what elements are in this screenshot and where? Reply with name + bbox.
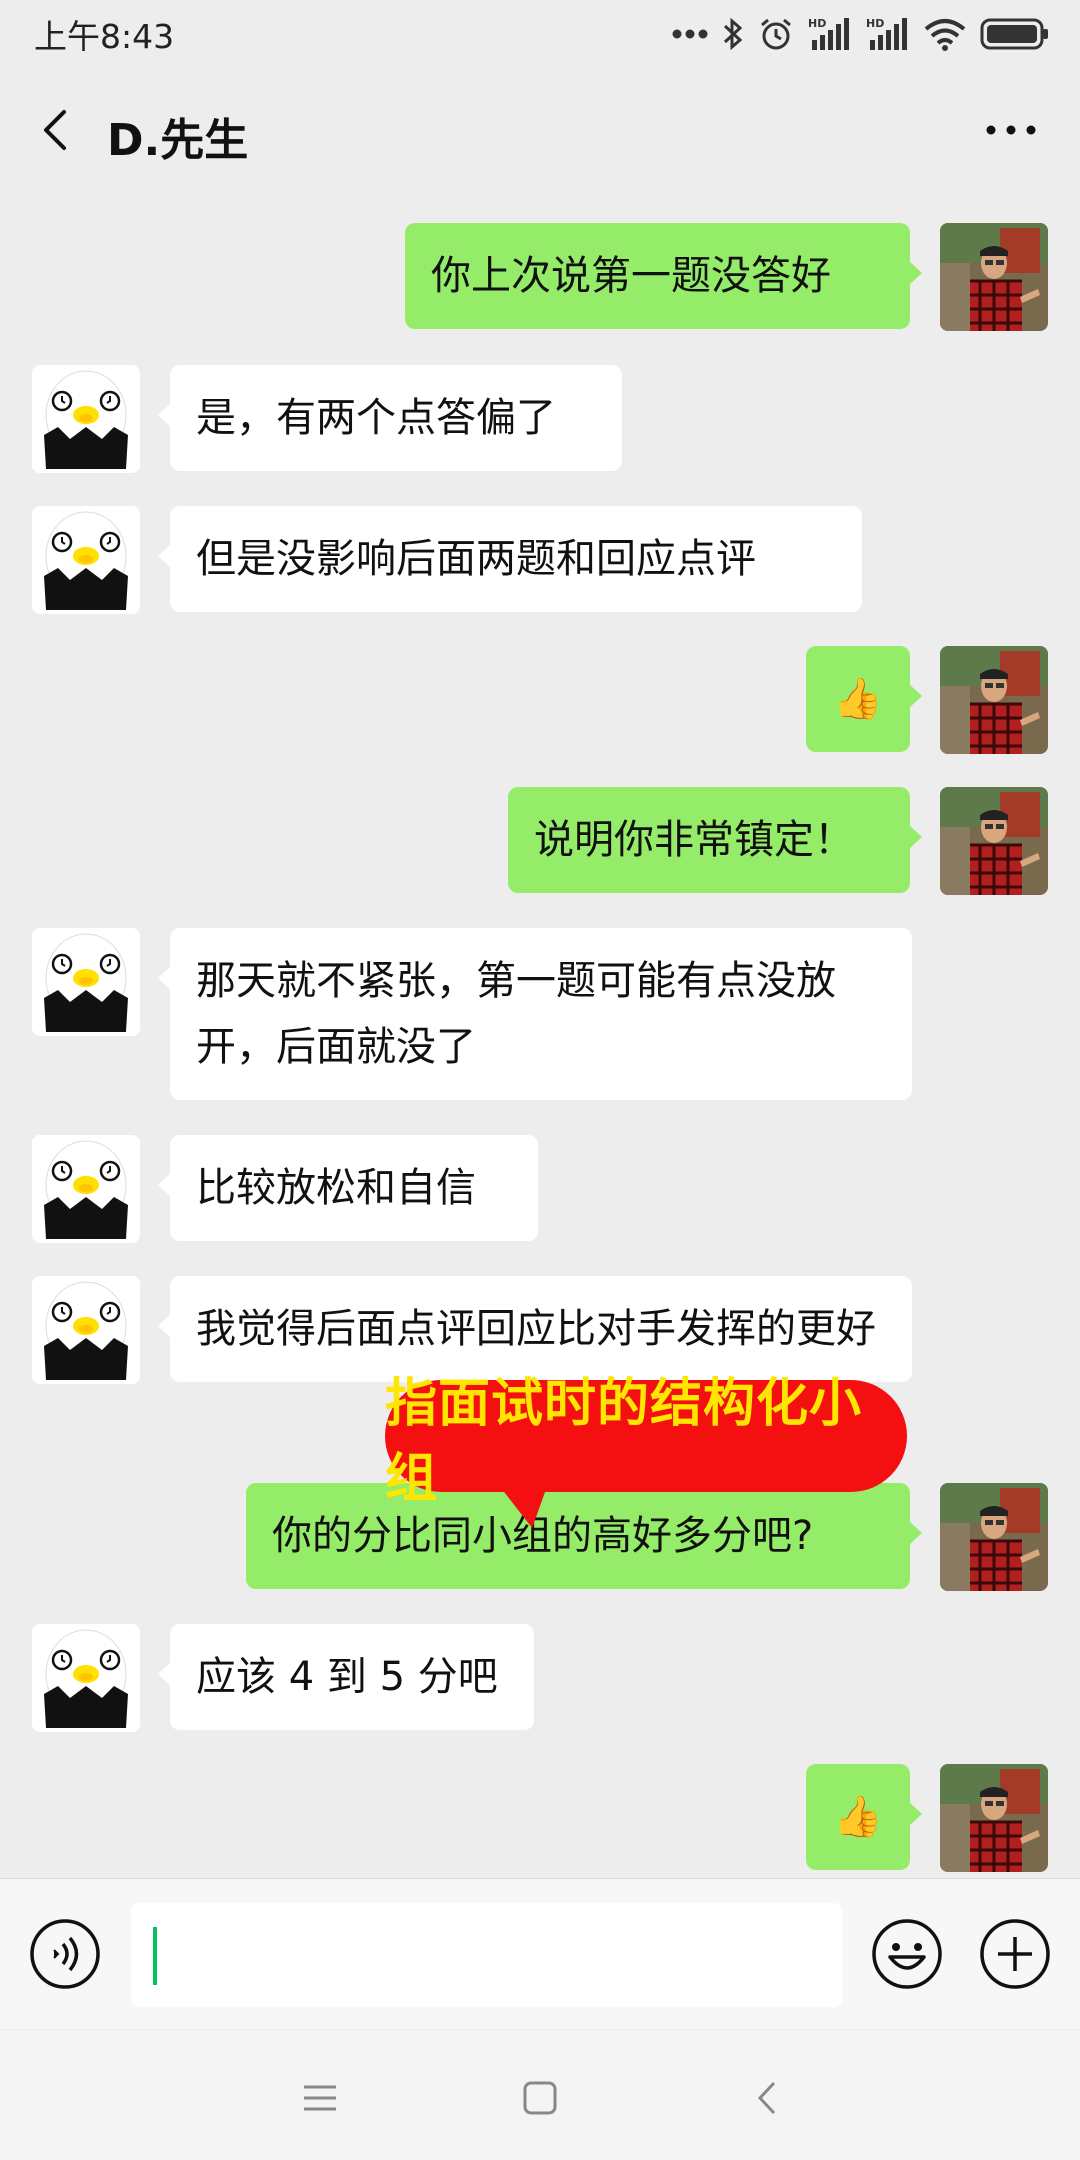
home-square-icon [523,2081,557,2115]
message-bubble-received[interactable]: 应该 4 到 5 分吧 [158,1624,534,1730]
message-bubble-sent[interactable]: 说明你非常镇定！ [508,787,922,893]
message-bubble-received[interactable]: 但是没影响后面两题和回应点评 [158,506,862,612]
message-text: 应该 4 到 5 分吧 [196,1654,498,1700]
emoji-icon [872,1919,942,1989]
avatar-image [940,1764,1048,1872]
message-input[interactable] [131,1903,842,2007]
avatar-image [940,1483,1048,1591]
message-bubble-sent[interactable]: 👍 [806,1764,922,1870]
avatar-image [32,1276,140,1384]
message-text: 你上次说第一题没答好 [431,253,831,299]
home-button[interactable] [520,2078,560,2118]
more-button[interactable] [976,100,1046,160]
annotation-callout: 指面试时的结构化小组 [385,1374,907,1509]
input-bar [0,1878,1080,2029]
svg-text:HD: HD [808,17,826,30]
message-text: 但是没影响后面两题和回应点评 [196,536,756,582]
status-bar: 上午8:43 HD HD [0,0,1080,66]
status-time: 上午8:43 [34,17,175,56]
message-text: 说明你非常镇定！ [534,817,854,863]
avatar-me[interactable] [940,1764,1048,1872]
avatar-image [32,1624,140,1732]
avatar-me[interactable] [940,1483,1048,1591]
message-bubble-received[interactable]: 那天就不紧张，第一题可能有点没放开，后面就没了 [158,928,912,1100]
voice-button[interactable] [28,1917,102,1991]
message-bubble-received[interactable]: 是，有两个点答偏了 [158,365,622,471]
annotation-text: 指面试时的结构化小组 [385,1374,863,1509]
more-functions-button[interactable] [978,1917,1052,1991]
plus-circle-icon [980,1919,1050,1989]
avatar-image [32,506,140,614]
avatar-image [32,928,140,1036]
back-button[interactable] [30,100,90,160]
message-text: 比较放松和自信 [196,1165,476,1211]
back-icon [757,2081,776,2115]
wifi-icon [924,19,966,51]
bluetooth-icon [723,17,743,51]
thumbs-up-icon: 👍 [833,1794,883,1840]
menu-icon [304,2085,336,2111]
system-back-button[interactable] [748,2078,788,2118]
message-bubble-received[interactable]: 比较放松和自信 [158,1135,538,1241]
avatar-image [940,787,1048,895]
avatar-me[interactable] [940,787,1048,895]
voice-icon [30,1919,100,1989]
status-icons: HD HD [672,12,1050,56]
emoji-button[interactable] [870,1917,944,1991]
avatar-contact[interactable] [32,506,140,614]
hd-signal-icon: HD [808,17,849,50]
avatar-contact[interactable] [32,1135,140,1243]
message-text: 那天就不紧张，第一题可能有点没放开，后面就没了 [196,958,836,1070]
more-icon [986,125,1036,135]
avatar-contact[interactable] [32,1276,140,1384]
page-title: D.先生 [107,115,249,166]
system-nav-bar [0,2030,1080,2160]
hd-signal-icon: HD [866,17,907,50]
message-text: 我觉得后面点评回应比对手发挥的更好 [196,1306,876,1352]
avatar-me[interactable] [940,646,1048,754]
avatar-contact[interactable] [32,928,140,1036]
message-text: 是，有两个点答偏了 [196,395,556,441]
avatar-me[interactable] [940,223,1048,331]
message-bubble-sent[interactable]: 👍 [806,646,922,752]
chevron-left-icon [44,110,66,150]
avatar-contact[interactable] [32,365,140,473]
thumbs-up-icon: 👍 [833,676,883,722]
text-caret [153,1927,157,1985]
battery-icon [980,18,1048,50]
message-bubble-sent[interactable]: 你上次说第一题没答好 [405,223,922,329]
avatar-image [32,365,140,473]
chat-header: D.先生 [0,66,1080,196]
svg-text:HD: HD [866,17,884,30]
avatar-image [32,1135,140,1243]
avatar-contact[interactable] [32,1624,140,1732]
avatar-image [940,646,1048,754]
menu-button[interactable] [300,2078,340,2118]
avatar-image [940,223,1048,331]
more-dots-icon [672,29,708,39]
alarm-icon [761,18,791,50]
